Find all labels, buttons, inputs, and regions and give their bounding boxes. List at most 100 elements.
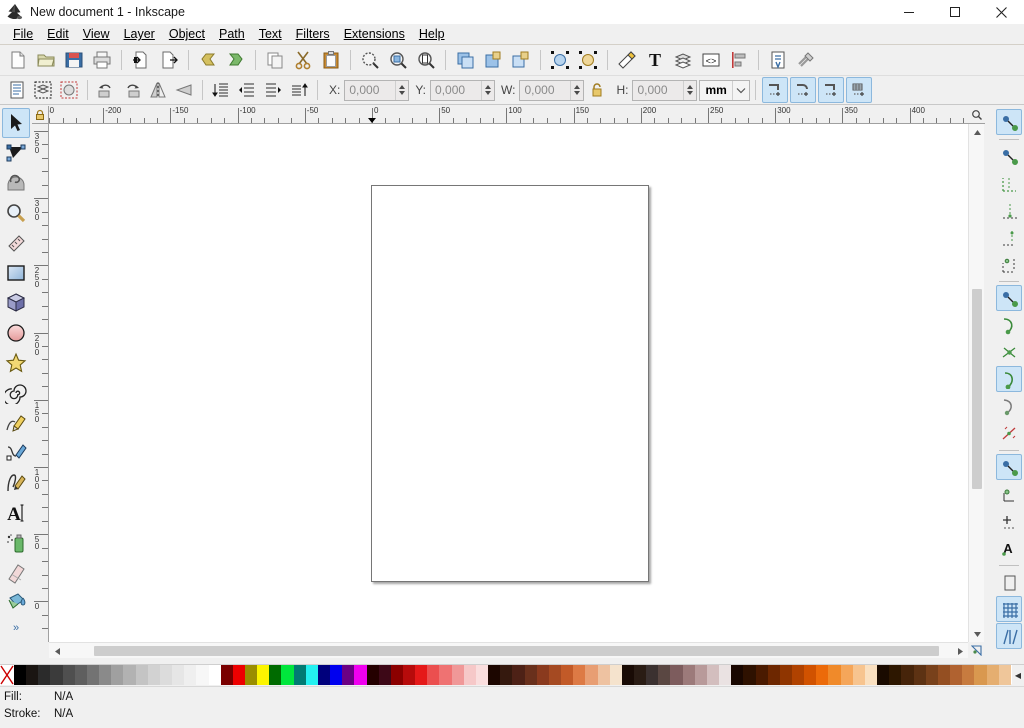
node-editor-tool[interactable] [2,138,30,168]
print-document-icon[interactable] [89,47,115,73]
palette-swatch[interactable] [500,665,513,685]
palette-swatch[interactable] [852,665,865,685]
palette-swatch[interactable] [864,665,878,685]
horizontal-scroll-thumb[interactable] [94,646,939,656]
maximize-button[interactable] [932,0,978,24]
save-document-icon[interactable] [61,47,87,73]
text-tool[interactable]: A [2,498,30,528]
palette-swatch[interactable] [439,665,452,685]
tweak-tool[interactable] [2,168,30,198]
flip-horizontal-icon[interactable] [146,78,170,102]
rotate-ccw-icon[interactable] [94,78,118,102]
palette-swatch[interactable] [937,665,951,685]
zoom-corner-icon[interactable] [968,106,985,124]
palette-swatch[interactable] [901,665,914,685]
palette-swatch[interactable] [779,665,792,685]
palette-swatch[interactable] [694,665,707,685]
ellipse-tool[interactable] [2,318,30,348]
pencil-tool[interactable] [2,408,30,438]
snap-bbox-center-icon[interactable] [996,251,1022,277]
palette-swatch[interactable] [111,665,124,685]
y-input[interactable] [431,80,482,100]
palette-swatch[interactable] [488,665,501,685]
xml-editor-icon[interactable]: <> [698,47,724,73]
menu-help[interactable]: Help [412,25,452,43]
palette-swatch[interactable] [925,665,938,685]
palette-swatch[interactable] [62,665,75,685]
paint-bucket-tool[interactable] [2,588,30,618]
horizontal-ruler[interactable]: -250 -200 -150 -100 -50 0 50 100 150 200 250 300 350… [49,106,968,124]
raise-to-top-icon[interactable] [209,78,233,102]
palette-swatch[interactable] [719,665,732,685]
chevron-down-icon[interactable] [731,80,749,100]
select-all-icon[interactable] [5,78,29,102]
color-palette[interactable]: ◀ [0,664,1024,685]
vertical-scroll-thumb[interactable] [972,289,982,489]
menu-layer[interactable]: Layer [117,25,162,43]
spray-can-tool[interactable] [2,528,30,558]
redo-icon[interactable] [223,47,249,73]
snap-bbox-corner-icon[interactable] [996,170,1022,196]
scroll-right-button[interactable] [952,643,968,659]
palette-swatch[interactable] [536,665,549,685]
duplicate-icon[interactable] [452,47,478,73]
spiral-tool[interactable] [2,378,30,408]
snap-grid-icon[interactable] [996,596,1022,622]
palette-swatch[interactable] [86,665,100,685]
w-field[interactable] [519,79,585,101]
snap-global-icon[interactable] [996,109,1022,135]
palette-swatch[interactable] [135,665,148,685]
palette-swatch[interactable] [743,665,756,685]
snap-path-intersection-icon[interactable] [996,339,1022,365]
palette-swatch[interactable] [804,665,817,685]
new-document-icon[interactable] [5,47,31,73]
minimize-button[interactable] [886,0,932,24]
scroll-up-button[interactable] [969,124,985,140]
palette-swatch[interactable] [792,665,805,685]
copy-icon[interactable] [262,47,288,73]
star-tool[interactable] [2,348,30,378]
palette-swatch[interactable] [415,665,428,685]
palette-swatch[interactable] [475,665,489,685]
lower-to-bottom-icon[interactable] [287,78,311,102]
palette-swatch[interactable] [889,665,902,685]
palette-swatch[interactable] [633,665,647,685]
deselect-icon[interactable] [57,78,81,102]
palette-swatch[interactable] [281,665,294,685]
scale-stroke-width-icon[interactable] [761,77,788,103]
palette-swatch[interactable] [366,665,379,685]
scroll-left-button[interactable] [49,643,65,659]
snap-smooth-node-icon[interactable] [996,393,1022,419]
palette-swatch[interactable] [220,665,233,685]
palette-swatch[interactable] [585,665,598,685]
fill-stroke-dialog-icon[interactable] [614,47,640,73]
snap-bbox-edge-icon[interactable] [996,197,1022,223]
w-stepper[interactable] [570,80,583,100]
document-properties-icon[interactable] [765,47,791,73]
palette-swatch[interactable] [877,665,890,685]
lower-icon[interactable] [261,78,285,102]
open-document-icon[interactable] [33,47,59,73]
palette-swatch[interactable] [913,665,926,685]
menu-object[interactable]: Object [162,25,212,43]
cut-icon[interactable] [290,47,316,73]
snap-cusp-node-icon[interactable] [996,366,1022,392]
eraser-tool[interactable] [2,558,30,588]
palette-swatch[interactable] [147,665,160,685]
palette-swatch[interactable] [244,665,258,685]
palette-swatch[interactable] [196,665,209,685]
drawing-canvas[interactable] [49,124,968,642]
palette-swatch[interactable] [816,665,829,685]
x-field[interactable] [344,79,410,101]
palette-swatch[interactable] [998,665,1011,685]
h-stepper[interactable] [683,80,696,100]
palette-swatch[interactable] [755,665,768,685]
snap-object-center-icon[interactable] [996,481,1022,507]
palette-swatch[interactable] [463,665,476,685]
palette-swatch[interactable] [14,665,27,685]
scroll-corner-icon[interactable] [968,642,985,658]
stroke-to-path-icon[interactable] [575,47,601,73]
palette-swatch[interactable] [670,665,683,685]
palette-swatch[interactable] [184,665,197,685]
menu-extensions[interactable]: Extensions [337,25,412,43]
